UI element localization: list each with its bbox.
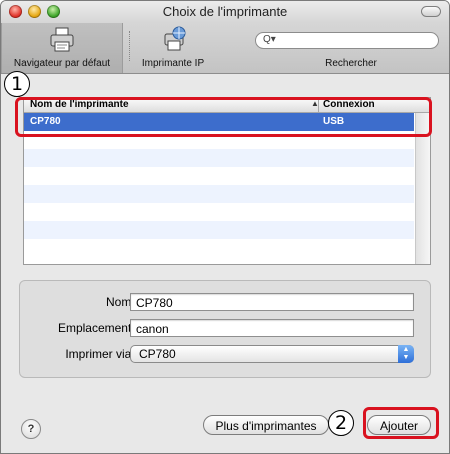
printer-list[interactable]: Nom de l'imprimante ▲ Connexion CP780 US… (23, 97, 431, 265)
network-printer-icon (159, 26, 187, 57)
empty-row (24, 149, 414, 167)
print-using-value: CP780 (139, 347, 176, 361)
annotation-number-2: 2 (328, 410, 354, 436)
column-header-name[interactable]: Nom de l'imprimante (30, 99, 129, 110)
printer-browser-window: Choix de l'imprimante Navigateur par déf… (0, 0, 450, 454)
empty-row (24, 221, 414, 239)
print-using-popup[interactable]: CP780 ▲ ▼ (130, 345, 414, 363)
toolbar-toggle-button[interactable] (421, 6, 441, 17)
tab-default-browser[interactable]: Navigateur par défaut (1, 23, 123, 73)
popup-arrows-icon: ▲ ▼ (398, 345, 414, 363)
tab-ip-printer-label: Imprimante IP (141, 58, 205, 69)
printer-icon (48, 26, 76, 57)
window-title: Choix de l'imprimante (162, 4, 288, 19)
toolbar: Navigateur par défaut Imprimante IP Q▾ R… (1, 23, 449, 74)
empty-row (24, 239, 414, 257)
printer-info-group: Nom : CP780 Emplacement : canon Imprimer… (19, 280, 431, 378)
printer-name: CP780 (30, 116, 61, 127)
empty-row (24, 167, 414, 185)
tab-default-browser-label: Navigateur par défaut (13, 58, 111, 69)
empty-row (24, 203, 414, 221)
vertical-scrollbar[interactable] (415, 113, 430, 264)
title-bar: Choix de l'imprimante (1, 1, 449, 23)
empty-row (24, 131, 414, 149)
tab-ip-printer[interactable]: Imprimante IP (133, 23, 213, 73)
column-divider (318, 98, 319, 112)
printer-row[interactable]: CP780 USB (24, 113, 414, 131)
main-content: Nom de l'imprimante ▲ Connexion CP780 US… (1, 74, 449, 453)
location-field[interactable]: canon (130, 319, 414, 337)
empty-row (24, 185, 414, 203)
search-icon: Q▾ (263, 34, 276, 45)
search-label: Rechercher (325, 58, 377, 69)
add-button[interactable]: Ajouter (367, 415, 431, 435)
list-header: Nom de l'imprimante ▲ Connexion (24, 98, 430, 113)
location-label: Emplacement : (57, 321, 138, 335)
printer-connection: USB (323, 116, 345, 127)
help-button[interactable]: ? (21, 419, 41, 439)
name-field[interactable]: CP780 (130, 293, 414, 311)
annotation-number-1: 1 (4, 71, 30, 97)
search-area: Rechercher (301, 23, 401, 73)
column-header-connection[interactable]: Connexion (323, 99, 375, 110)
print-using-label: Imprimer via : (65, 347, 138, 361)
toolbar-separator (129, 31, 131, 61)
more-printers-button[interactable]: Plus d'imprimantes (203, 415, 329, 435)
